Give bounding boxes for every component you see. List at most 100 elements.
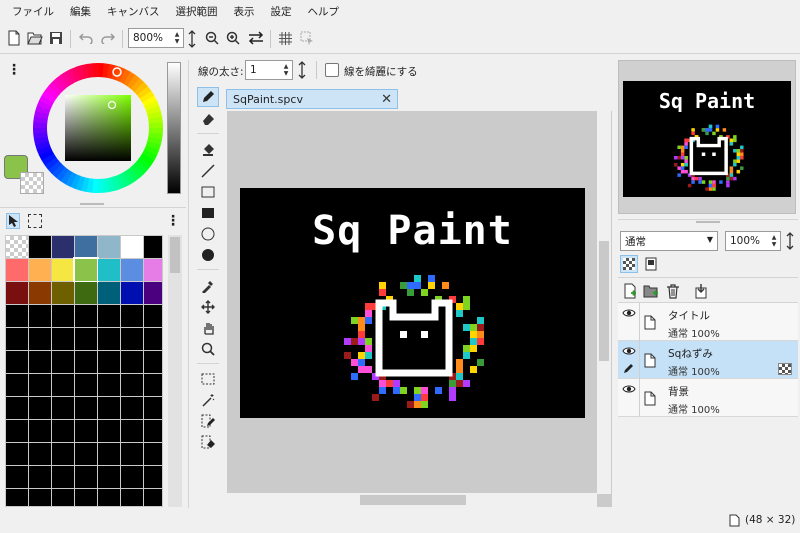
zoom-stepper-icon[interactable]: ▲ ▼ [171,29,183,47]
menu-edit[interactable]: 編集 [62,0,99,24]
rect-select-tool-icon[interactable] [197,369,219,389]
palette-swatch[interactable] [29,236,51,258]
palette-swatch[interactable] [121,397,143,419]
canvas-vertical-scrollbar[interactable] [597,111,611,494]
palette-swatch[interactable] [52,374,74,396]
palette-swatch[interactable] [98,236,120,258]
zoom-input[interactable]: 800% ▲ ▼ [128,28,184,48]
palette-swatch[interactable] [52,259,74,281]
layer-opacity-input[interactable]: 100% ▲ ▼ [725,231,781,251]
palette-swatch[interactable] [98,397,120,419]
palette-swatch[interactable] [144,443,162,465]
layer-row[interactable]: 背景 通常 100% [618,379,798,417]
palette-swatch[interactable] [52,443,74,465]
delete-layer-icon[interactable] [664,282,682,300]
palette-swatch[interactable] [121,374,143,396]
drawing-canvas[interactable]: Sq Paint [240,188,585,418]
layer-row[interactable]: Sqねずみ 通常 100% [618,341,798,379]
palette-swatch[interactable] [98,351,120,373]
save-icon[interactable] [47,29,65,47]
new-file-icon[interactable] [5,29,23,47]
palette-swatch[interactable] [144,328,162,350]
color-panel-menu-icon[interactable]: ⋮ [7,62,21,78]
palette-swatch[interactable] [121,305,143,327]
undo-icon[interactable] [77,29,95,47]
palette-swatch[interactable] [98,466,120,488]
rectangle-outline-tool-icon[interactable] [197,182,219,202]
palette-swatch[interactable] [144,374,162,396]
menu-help[interactable]: ヘルプ [300,0,348,24]
palette-swatch[interactable] [6,397,28,419]
visibility-eye-icon[interactable] [621,344,637,358]
palette-swatch[interactable] [75,328,97,350]
palette-swatch[interactable] [144,466,162,488]
pixel-select-icon[interactable] [298,29,316,47]
open-folder-icon[interactable] [26,29,44,47]
palette-swatch[interactable] [75,305,97,327]
palette-swatch[interactable] [6,466,28,488]
select-eraser-tool-icon[interactable] [197,432,219,452]
document-tab[interactable]: SqPaint.spcv ✕ [226,89,398,109]
palette-swatch[interactable] [52,397,74,419]
palette-swatch[interactable] [6,420,28,442]
layer-clip-icon[interactable] [642,255,660,273]
palette-swatch[interactable] [121,351,143,373]
menu-canvas[interactable]: キャンバス [99,0,168,24]
palette-swatch[interactable] [144,397,162,419]
secondary-color-swatch[interactable] [20,172,44,194]
eraser-tool-icon[interactable] [197,109,219,129]
merge-down-icon[interactable] [692,282,710,300]
palette-menu-icon[interactable]: ⋮ [166,213,180,229]
menu-file[interactable]: ファイル [4,0,62,24]
zoom-tool-icon[interactable] [197,339,219,359]
ellipse-fill-tool-icon[interactable] [197,245,219,265]
palette-swatch[interactable] [29,397,51,419]
palette-swatch[interactable] [52,328,74,350]
palette-swatch[interactable] [144,420,162,442]
palette-swatch[interactable] [121,328,143,350]
palette-swatch[interactable] [6,282,28,304]
blend-mode-select[interactable]: 通常 ▼ [620,231,718,251]
palette-swatch[interactable] [75,282,97,304]
palette-swatch[interactable] [29,420,51,442]
palette-swatch[interactable] [52,351,74,373]
pencil-tool-icon[interactable] [197,87,219,107]
palette-swatch[interactable] [98,259,120,281]
opacity-stepper-icon[interactable]: ▲ ▼ [768,232,780,250]
palette-swatch[interactable] [6,351,28,373]
palette-swatch[interactable] [6,305,28,327]
canvas-horizontal-scrollbar[interactable] [227,493,597,507]
line-width-fit-icon[interactable] [295,60,309,80]
palette-select-icon[interactable] [28,214,42,228]
new-layer-icon[interactable] [621,282,639,300]
magic-wand-tool-icon[interactable] [197,390,219,410]
palette-swatch[interactable] [75,236,97,258]
palette-swatch[interactable] [29,282,51,304]
visibility-eye-icon[interactable] [621,382,637,396]
palette-swatch[interactable] [52,282,74,304]
palette-swatch[interactable] [98,374,120,396]
menu-settings[interactable]: 設定 [263,0,300,24]
palette-swatch[interactable] [121,443,143,465]
layer-transparency-lock-icon[interactable] [620,255,638,273]
line-tool-icon[interactable] [197,161,219,181]
menu-selection[interactable]: 選択範囲 [168,0,226,24]
palette-swatch[interactable] [52,489,74,506]
ellipse-outline-tool-icon[interactable] [197,224,219,244]
zoom-out-icon[interactable] [203,29,221,47]
palette-scrollbar[interactable] [168,235,182,507]
palette-swatch[interactable] [75,397,97,419]
palette-swatch[interactable] [98,282,120,304]
select-pencil-tool-icon[interactable] [197,411,219,431]
palette-swatch[interactable] [29,351,51,373]
line-width-input[interactable]: 1 ▲ ▼ [245,60,293,80]
palette-swatch[interactable] [98,328,120,350]
smooth-line-checkbox[interactable] [325,63,339,77]
palette-pick-icon[interactable] [6,213,20,229]
color-wheel[interactable] [32,62,164,194]
palette-swatch[interactable] [98,420,120,442]
palette-swatch[interactable] [98,305,120,327]
palette-swatch[interactable] [121,282,143,304]
rectangle-fill-tool-icon[interactable] [197,203,219,223]
palette-swatch[interactable] [98,489,120,506]
